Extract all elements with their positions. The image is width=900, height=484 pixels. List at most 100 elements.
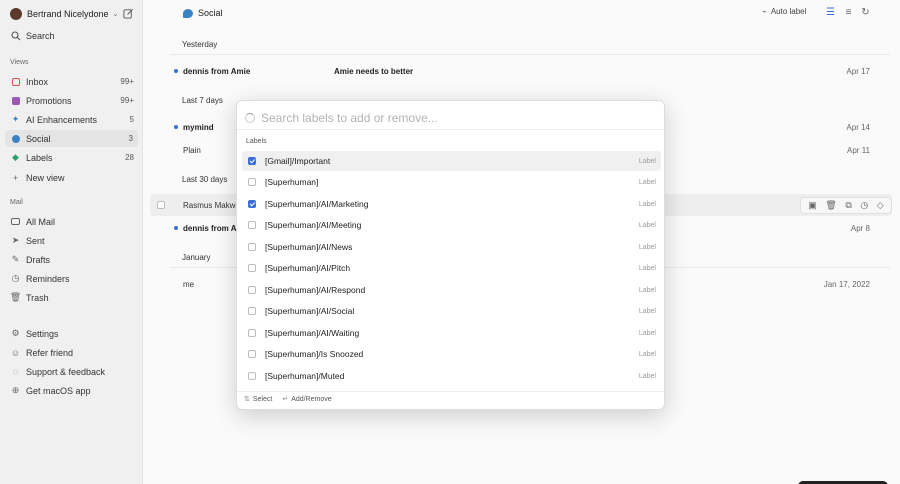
sidebar-item-ai-enhancements[interactable]: ✦ AI Enhancements 5 [10, 112, 134, 127]
sender: dennis from Amie [183, 66, 251, 76]
footer-add-hint: Add/Remove [291, 395, 332, 403]
tag-icon: ◆ [12, 152, 19, 162]
sidebar-item-support[interactable]: ◌ Support & feedback [10, 364, 134, 379]
label-search-input[interactable] [261, 111, 641, 125]
new-view-label: New view [26, 172, 65, 183]
sidebar-item-trash[interactable]: 🗑 Trash [10, 290, 134, 305]
draft-icon: ✎ [11, 254, 20, 264]
sender: me [183, 279, 195, 289]
label-option[interactable]: [Superhuman]/AI/Meeting Label [242, 215, 661, 235]
label-option[interactable]: [Gmail]/Important Label [242, 151, 661, 171]
label-kind: Label [638, 329, 656, 337]
sidebar-item-label: AI Enhancements [26, 114, 98, 125]
gear-icon: ⚙ [11, 328, 20, 338]
label-option[interactable]: [Superhuman]/AI/Pitch Label [242, 258, 661, 278]
move-icon[interactable]: ⧉ [845, 200, 851, 211]
chat-bubble-icon [183, 8, 193, 18]
label-checkbox[interactable] [248, 243, 256, 251]
sidebar-item-settings[interactable]: ⚙ Settings [10, 326, 134, 341]
label-name: [Superhuman]/Is Snoozed [265, 349, 364, 359]
label-option[interactable]: [Superhuman]/AI/Waiting Label [242, 323, 661, 343]
table-row[interactable]: dennis from Amie Amie needs to better Ap… [150, 62, 890, 80]
label-checkbox[interactable] [248, 372, 256, 380]
promotions-icon [10, 95, 21, 106]
label-option[interactable]: [Superhuman]/AI/Respond Label [242, 280, 661, 300]
sidebar-item-label: Sent [26, 235, 45, 246]
new-view-button[interactable]: + New view [10, 170, 134, 185]
label-name: [Superhuman]/AI/Meeting [265, 220, 362, 230]
footer-select-hint: Select [252, 395, 273, 403]
label-kind: Label [638, 372, 656, 380]
label-checkbox[interactable] [248, 221, 256, 229]
sidebar-item-refer-friend[interactable]: ☺ Refer friend [10, 345, 134, 360]
sidebar-item-label: Settings [26, 328, 59, 339]
sidebar-item-reminders[interactable]: ◷ Reminders [10, 271, 134, 286]
sidebar-item-inbox[interactable]: Inbox 99+ [10, 74, 134, 89]
label-checkbox[interactable] [248, 200, 256, 208]
filter-icon[interactable]: ☰ [825, 7, 836, 18]
sidebar-item-labels[interactable]: ◆ Labels 28 [10, 150, 134, 165]
send-icon: ➤ [11, 235, 20, 245]
enter-icon: ↵ [282, 396, 289, 403]
sidebar-item-drafts[interactable]: ✎ Drafts [10, 252, 134, 267]
label-option[interactable]: [Superhuman] Label [242, 172, 661, 192]
views-section-title: Views [10, 59, 29, 66]
compose-icon[interactable] [123, 8, 134, 19]
clock-icon: ◷ [11, 273, 20, 283]
sidebar-item-all-mail[interactable]: All Mail [10, 214, 134, 229]
group-title: January [182, 253, 211, 262]
refresh-icon[interactable]: ↻ [860, 7, 871, 18]
label-checkbox[interactable] [248, 264, 256, 272]
unread-count: 28 [125, 153, 134, 162]
label-checkbox[interactable] [248, 329, 256, 337]
sender: Rasmus Makwa [183, 200, 240, 210]
label-kind: Label [638, 178, 656, 186]
download-icon: ⊕ [11, 385, 20, 395]
avatar [10, 7, 22, 20]
list-icon[interactable]: ≡ [843, 7, 854, 18]
label-option[interactable]: [Superhuman]/AI/Social Label [242, 301, 661, 321]
clock-icon[interactable]: ◷ [860, 200, 868, 211]
unread-count: 99+ [120, 96, 134, 105]
date: Apr 8 [850, 223, 870, 233]
divider [237, 391, 664, 392]
account-name: Bertrand Nicelydone [27, 8, 109, 19]
label-checkbox[interactable] [248, 286, 256, 294]
sidebar-item-promotions[interactable]: Promotions 99+ [10, 93, 134, 108]
unread-dot [174, 125, 178, 129]
label-checkbox[interactable] [248, 157, 256, 165]
auto-label-button[interactable]: ⌁ Auto label [762, 7, 806, 16]
date: Apr 17 [846, 66, 870, 76]
label-option[interactable]: [Superhuman]/Muted Label [242, 366, 661, 386]
tag-icon[interactable]: ◇ [877, 200, 884, 211]
label-search [245, 109, 656, 127]
label-kind: Label [638, 350, 656, 358]
loading-spinner-icon [245, 113, 255, 123]
label-name: [Superhuman]/AI/Waiting [265, 328, 360, 338]
archive-icon[interactable]: ▣ [808, 200, 817, 211]
label-checkbox[interactable] [248, 307, 256, 315]
label-option[interactable]: [Superhuman]/Is Snoozed Label [242, 344, 661, 364]
divider [170, 54, 890, 55]
sidebar-item-social[interactable]: Social 3 [5, 130, 138, 147]
label-option[interactable]: [Superhuman]/AI/Marketing Label [242, 194, 661, 214]
trash-icon[interactable]: 🗑 [825, 200, 836, 211]
sidebar-item-label: Reminders [26, 273, 70, 284]
label-kind: Label [638, 286, 656, 294]
sidebar-item-get-macos-app[interactable]: ⊕ Get macOS app [10, 383, 134, 398]
search-button[interactable]: Search [10, 28, 134, 43]
label-checkbox[interactable] [248, 178, 256, 186]
page-title-text: Social [198, 8, 223, 18]
label-name: [Superhuman] [265, 177, 319, 187]
chat-bubble-icon [10, 133, 21, 144]
account-switcher[interactable]: Bertrand Nicelydone ⌄ [10, 7, 118, 20]
subject: Amie needs to better [334, 66, 414, 76]
group-title: Last 30 days [182, 175, 228, 184]
unread-count: 99+ [120, 77, 134, 86]
sidebar-item-sent[interactable]: ➤ Sent [10, 233, 134, 248]
sidebar-item-label: Inbox [26, 76, 49, 87]
label-checkbox[interactable] [248, 350, 256, 358]
label-option[interactable]: [Superhuman]/AI/News Label [242, 237, 661, 257]
tag-icon: ⌁ [762, 7, 767, 16]
date: Apr 14 [846, 122, 870, 132]
